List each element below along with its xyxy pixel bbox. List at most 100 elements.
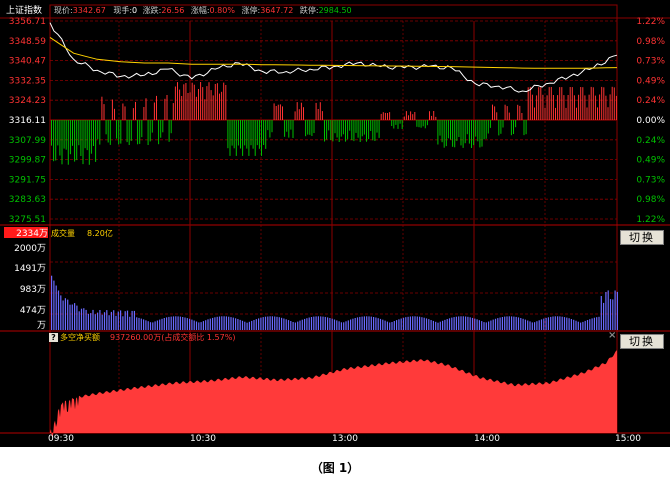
- intraday-bar: [466, 120, 468, 135]
- volume-bar: [481, 321, 483, 330]
- intraday-bar: [170, 120, 172, 134]
- volume-bar: [212, 317, 214, 330]
- intraday-bar: [559, 87, 561, 120]
- intraday-bar: [263, 120, 265, 145]
- intraday-bar: [414, 112, 416, 120]
- volume-axis-2000: 2000万: [14, 244, 46, 254]
- intraday-bar: [118, 120, 120, 145]
- intraday-bar: [164, 98, 166, 120]
- intraday-bar: [479, 120, 481, 148]
- volume-bar: [156, 320, 158, 330]
- volume-bar: [248, 321, 250, 330]
- intraday-bar: [128, 120, 130, 145]
- volume-bar: [430, 320, 432, 330]
- intraday-bar: [594, 95, 596, 120]
- intraday-bar: [525, 120, 527, 135]
- volume-bar: [568, 318, 570, 330]
- volume-bar: [170, 316, 172, 330]
- intraday-bar: [250, 120, 252, 146]
- volume-bar: [603, 302, 605, 330]
- intraday-bar: [88, 120, 90, 165]
- volume-bar: [584, 320, 586, 330]
- intraday-bar: [548, 87, 550, 120]
- volume-bar: [90, 313, 92, 330]
- intraday-bar: [168, 120, 170, 142]
- volume-axis-unit: 万: [37, 321, 46, 331]
- intraday-bar: [429, 111, 430, 120]
- intraday-bar: [378, 120, 380, 138]
- volume-bar: [331, 318, 333, 330]
- intraday-bar: [237, 120, 239, 146]
- intraday-bar: [195, 96, 197, 120]
- time-tick-1500: 15:00: [615, 434, 641, 444]
- intraday-bar: [151, 120, 153, 133]
- intraday-bar: [445, 120, 447, 147]
- volume-axis-max: 2334万: [16, 229, 48, 239]
- close-icon[interactable]: ×: [608, 331, 616, 341]
- intraday-bar: [418, 120, 420, 128]
- intraday-bar: [326, 120, 328, 140]
- intraday-bar: [114, 108, 115, 120]
- volume-bar: [285, 319, 287, 330]
- intraday-bar: [527, 87, 529, 120]
- volume-bar: [329, 318, 331, 330]
- intraday-bar: [97, 120, 99, 140]
- intraday-bar: [552, 95, 554, 120]
- volume-bar: [540, 319, 543, 330]
- volume-bar: [354, 318, 356, 330]
- intraday-bar: [410, 111, 412, 120]
- intraday-bar: [477, 120, 479, 142]
- volume-bar: [467, 316, 469, 330]
- volume-bar: [94, 314, 96, 330]
- help-icon[interactable]: ?: [49, 333, 58, 342]
- intraday-bar: [353, 120, 355, 142]
- intraday-bar: [456, 120, 458, 141]
- volume-bar: [483, 322, 485, 330]
- volume-bar: [87, 313, 89, 330]
- intraday-bar: [258, 120, 260, 149]
- volume-bar: [377, 318, 379, 330]
- volume-bar: [327, 317, 329, 330]
- volume-bar: [278, 317, 280, 330]
- volume-bar: [444, 319, 446, 330]
- intraday-bar: [330, 120, 332, 140]
- price-tick-label: 3283.63: [9, 195, 46, 205]
- intraday-chart: 上证指数 现价:3342.67 现手:0 涨跌:26.56 涨幅:0.80% 涨…: [0, 0, 670, 489]
- volume-bar: [421, 317, 423, 330]
- netflow-switch-button[interactable]: 切换: [620, 334, 664, 349]
- volume-bar: [53, 280, 55, 330]
- volume-bar: [74, 303, 76, 330]
- volume-bar: [287, 320, 290, 330]
- volume-bar: [504, 316, 506, 330]
- intraday-bar: [550, 87, 552, 120]
- price-tick-label: 3348.59: [9, 37, 46, 47]
- volume-bar: [338, 321, 340, 330]
- intraday-bar: [231, 120, 233, 146]
- intraday-bar: [481, 120, 483, 147]
- percent-tick-label: 0.00%: [636, 116, 665, 126]
- intraday-bar: [183, 84, 185, 120]
- intraday-bar: [242, 120, 244, 156]
- quote-bar: 现价:3342.67 现手:0 涨跌:26.56 涨幅:0.80% 涨停:364…: [54, 5, 352, 15]
- intraday-bar: [313, 120, 315, 133]
- intraday-bar: [544, 107, 546, 120]
- volume-switch-button[interactable]: 切换: [620, 230, 664, 245]
- volume-bar: [294, 322, 296, 330]
- intraday-bar: [529, 86, 531, 120]
- intraday-bar: [485, 120, 487, 139]
- volume-bar: [409, 316, 411, 330]
- intraday-bar: [384, 112, 386, 120]
- intraday-bar: [282, 106, 283, 120]
- volume-bar: [538, 320, 540, 330]
- intraday-bar: [147, 120, 149, 145]
- volume-bar: [391, 322, 393, 330]
- volume-bar: [419, 316, 421, 330]
- volume-bar: [214, 317, 216, 330]
- volume-bar: [113, 310, 115, 330]
- volume-bar: [499, 317, 501, 330]
- intraday-bar: [601, 86, 603, 120]
- volume-bar: [260, 317, 262, 330]
- intraday-bar: [513, 120, 514, 134]
- intraday-bar: [221, 91, 223, 120]
- intraday-bar: [227, 120, 229, 149]
